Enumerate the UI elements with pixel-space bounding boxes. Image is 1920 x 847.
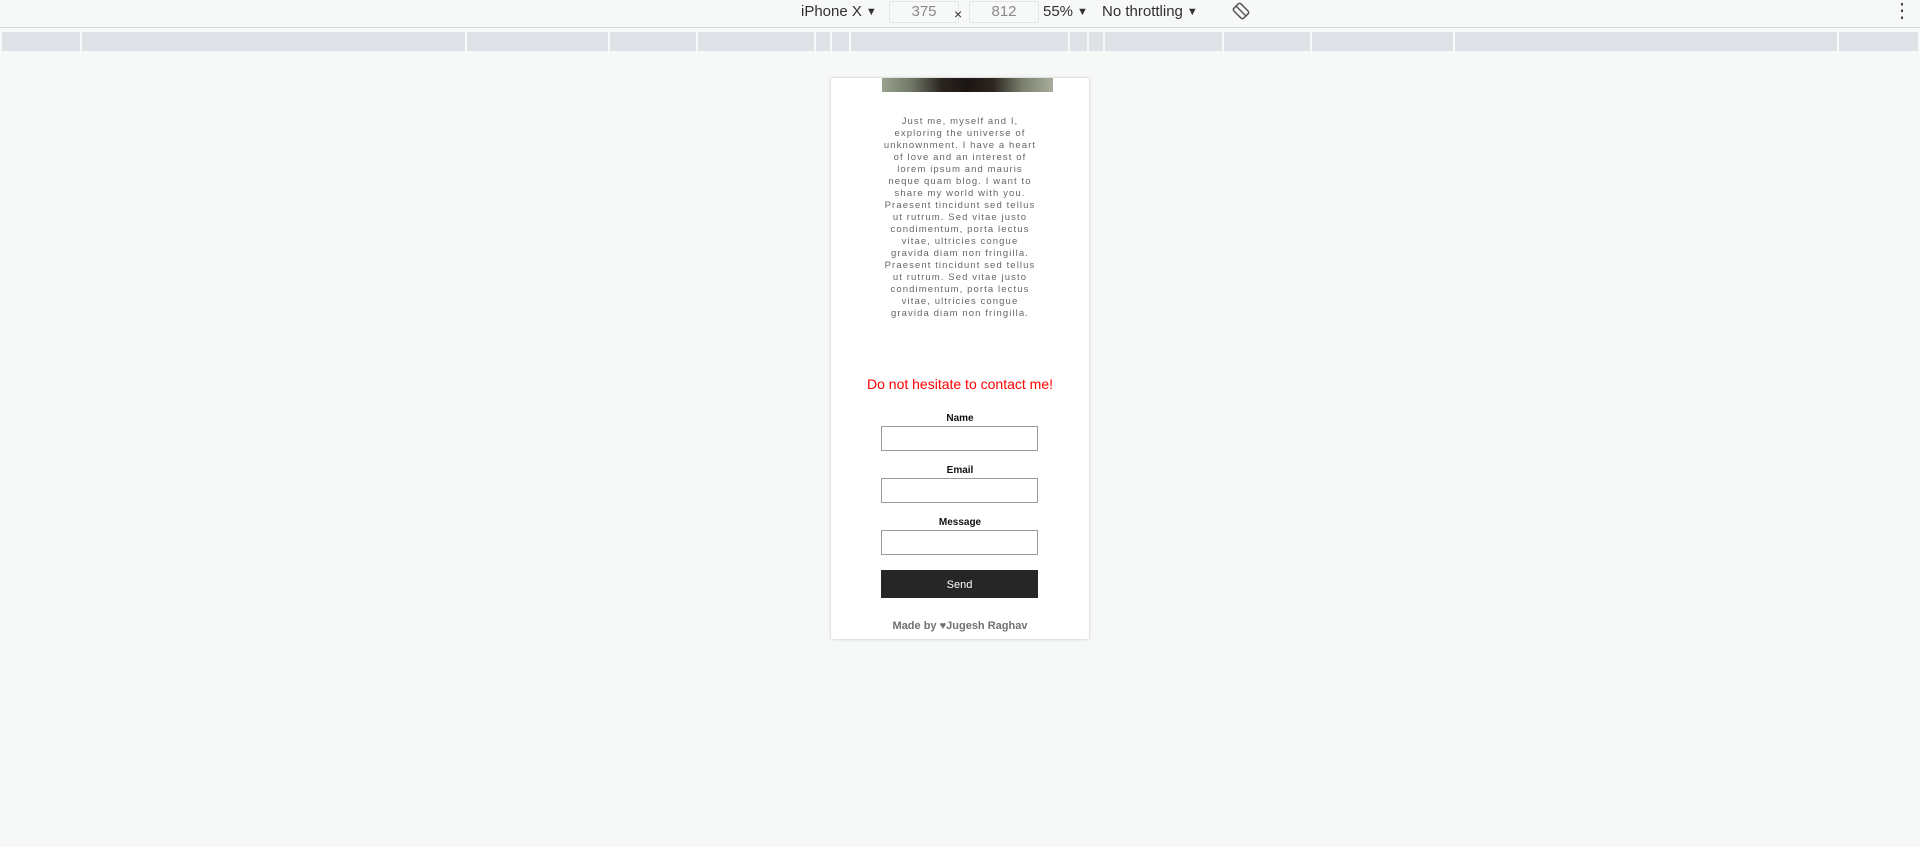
rotate-icon[interactable] xyxy=(1232,2,1250,24)
email-label: Email xyxy=(946,465,974,476)
more-vertical-icon[interactable]: ⋮ xyxy=(1892,1,1912,21)
footer-author: Jugesh Raghav xyxy=(946,620,1028,632)
device-select[interactable]: iPhone X ▼ xyxy=(801,3,877,21)
media-query-segment[interactable] xyxy=(467,32,608,51)
media-query-segment[interactable] xyxy=(1839,32,1918,51)
caret-down-icon: ▼ xyxy=(1186,6,1198,18)
media-query-segment[interactable] xyxy=(1105,32,1222,51)
media-query-segment[interactable] xyxy=(82,32,465,51)
dimension-separator: × xyxy=(954,6,963,22)
width-input[interactable]: 375 xyxy=(889,1,959,23)
media-query-segment[interactable] xyxy=(610,32,696,51)
profile-photo xyxy=(882,78,1053,92)
name-label: Name xyxy=(946,413,974,424)
email-input[interactable] xyxy=(881,478,1038,503)
media-query-segment[interactable] xyxy=(1312,32,1453,51)
bio-text: Just me, myself and I, exploring the uni… xyxy=(883,116,1037,319)
device-viewport: Just me, myself and I, exploring the uni… xyxy=(831,78,1089,639)
caret-down-icon: ▼ xyxy=(865,6,877,18)
message-input[interactable] xyxy=(881,530,1038,555)
height-input[interactable]: 812 xyxy=(969,1,1039,23)
media-query-segment[interactable] xyxy=(1224,32,1310,51)
message-label: Message xyxy=(938,517,982,528)
footer: Made by ♥Jugesh Raghav xyxy=(831,620,1089,632)
throttling-select-label: No throttling xyxy=(1102,3,1183,20)
caret-down-icon: ▼ xyxy=(1077,6,1088,18)
throttling-select[interactable]: No throttling ▼ xyxy=(1102,3,1198,21)
media-query-segment[interactable] xyxy=(816,32,830,51)
zoom-select-label: 55% xyxy=(1043,3,1074,20)
media-query-segment[interactable] xyxy=(1089,32,1103,51)
footer-made-by: Made by xyxy=(892,620,940,632)
media-query-segment[interactable] xyxy=(698,32,814,51)
media-query-segment[interactable] xyxy=(851,32,1068,51)
media-query-bar xyxy=(0,32,1920,51)
name-input[interactable] xyxy=(881,426,1038,451)
contact-heading: Do not hesitate to contact me! xyxy=(867,376,1053,392)
zoom-select[interactable]: 55% ▼ xyxy=(1043,3,1088,21)
device-toolbar: iPhone X ▼ 375 × 812 55% ▼ No throttling ▼ … xyxy=(0,0,1920,28)
media-query-segment[interactable] xyxy=(2,32,80,51)
media-query-segment[interactable] xyxy=(1070,32,1087,51)
media-query-segment[interactable] xyxy=(1455,32,1837,51)
media-query-segment[interactable] xyxy=(832,32,849,51)
send-button[interactable]: Send xyxy=(881,570,1038,598)
device-select-label: iPhone X xyxy=(801,3,862,20)
